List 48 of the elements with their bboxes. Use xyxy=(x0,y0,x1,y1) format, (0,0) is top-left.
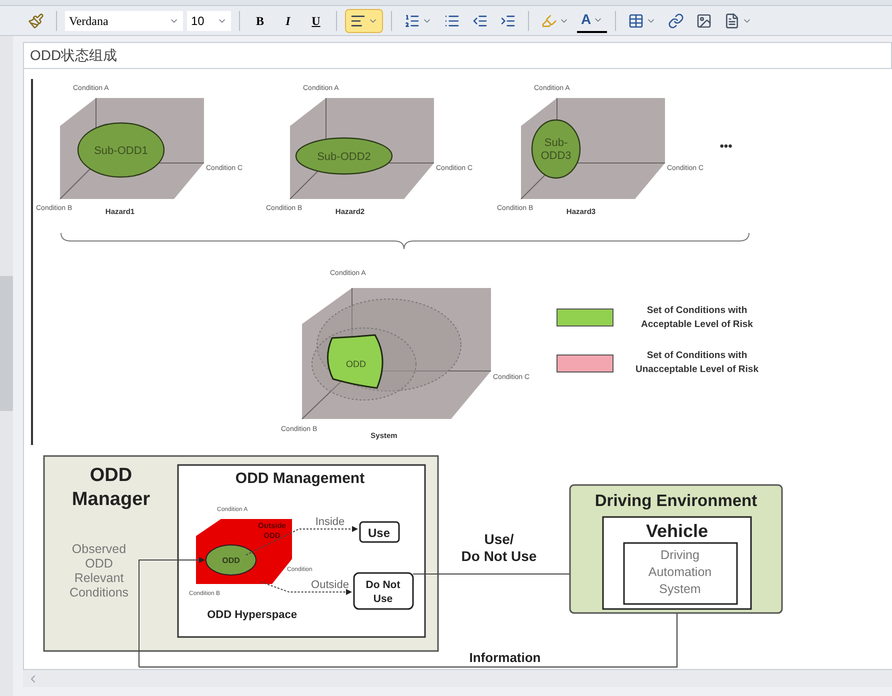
odd-ellipse xyxy=(206,544,256,576)
document-icon xyxy=(724,12,740,28)
horizontal-scrollbar[interactable] xyxy=(23,669,892,687)
brush-icon xyxy=(28,12,44,28)
bold-button[interactable]: B xyxy=(248,8,272,32)
align-left-icon xyxy=(350,12,366,28)
sub-odd-label: Sub- ODD3 xyxy=(540,137,572,162)
italic-button[interactable]: I xyxy=(276,8,300,32)
indent-icon xyxy=(500,12,516,28)
management-title: ODD Management xyxy=(235,470,365,487)
automation-system-label: Driving Automation System xyxy=(648,548,712,596)
align-left-button[interactable] xyxy=(345,8,383,32)
manager-title: ODD Manager xyxy=(72,465,150,510)
legend-label: Set of Conditions with Unacceptable Level of Risk xyxy=(635,350,759,375)
bullet-list-icon xyxy=(444,12,460,28)
use-label: Use xyxy=(368,526,390,540)
underline-button[interactable]: U xyxy=(304,8,328,32)
odd-label: ODD xyxy=(346,359,366,369)
hyperspace-caption: ODD Hyperspace xyxy=(207,609,297,621)
use-box xyxy=(359,521,400,543)
odd-label: ODD xyxy=(222,556,240,565)
font-size-dropdown[interactable]: 10 xyxy=(187,10,231,30)
sub-odd-label: Sub-ODD2 xyxy=(317,151,371,163)
decision-label: Use/ Do Not Use xyxy=(461,531,537,564)
sub-odd-ellipse xyxy=(531,119,581,179)
do-not-use-box xyxy=(353,572,414,610)
sub-odd-label: Sub-ODD1 xyxy=(94,145,148,157)
side-scrollbar[interactable] xyxy=(0,36,13,696)
font-dropdown[interactable]: Verdana xyxy=(65,10,183,30)
image-icon xyxy=(696,12,712,28)
information-label: Information xyxy=(469,650,541,665)
ellipsis: ••• xyxy=(720,139,732,153)
title-field[interactable]: ODD状态组成 xyxy=(23,42,892,69)
table-icon xyxy=(628,12,644,28)
inside-label: Inside xyxy=(315,516,345,528)
numbered-list-icon xyxy=(404,12,420,28)
vehicle-title: Vehicle xyxy=(646,521,708,541)
font-color-button[interactable]: A xyxy=(577,8,608,32)
scrollbar-thumb[interactable] xyxy=(0,276,13,411)
outside-label: Outside xyxy=(311,579,349,591)
odd-region xyxy=(327,334,384,389)
highlighter-icon xyxy=(541,12,557,28)
outdent-icon xyxy=(472,12,488,28)
link-icon xyxy=(668,12,684,28)
environment-title: Driving Environment xyxy=(594,492,758,510)
observed-conditions-label: Observed ODD Relevant Conditions xyxy=(69,542,129,600)
legend-label: Set of Conditions with Acceptable Level of Risk xyxy=(641,305,753,330)
do-not-use-label: Do Not Use xyxy=(366,579,400,605)
